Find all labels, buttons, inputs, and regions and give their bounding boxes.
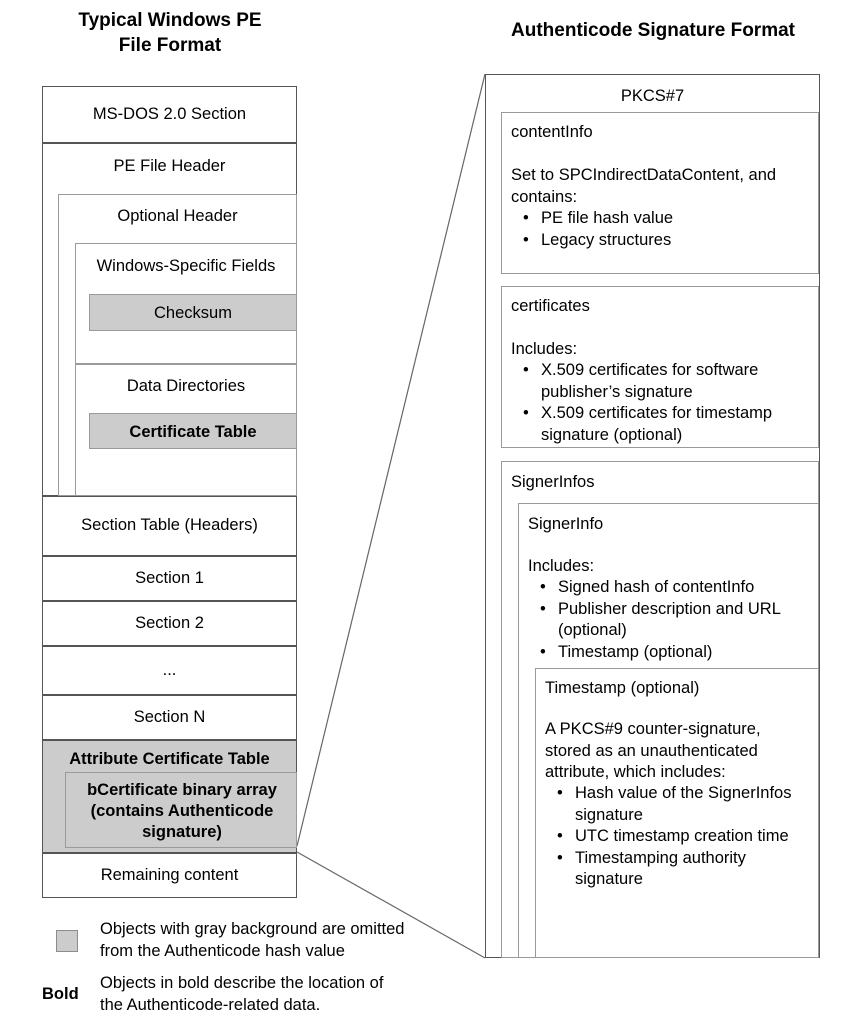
- right-diagram-title: Authenticode Signature Format: [511, 20, 795, 41]
- content-info-title: contentInfo: [511, 123, 593, 141]
- pe-row-pe-file-header-label: PE File Header: [113, 157, 226, 175]
- connector-line-top: [296, 73, 486, 847]
- signer-info-bullet-0: Signed hash of contentInfo: [540, 577, 808, 599]
- legend-gray-line-1: Objects with gray background are omitted: [100, 920, 405, 938]
- pe-row-section-table-label: Section Table (Headers): [81, 516, 258, 534]
- timestamp-bullet-1: UTC timestamp creation time: [557, 826, 807, 848]
- certificates-body: Includes:: [511, 340, 578, 358]
- certificates-box[interactable]: certificates Includes: X.509 certificate…: [501, 286, 819, 448]
- signer-infos-title: SignerInfos: [511, 473, 595, 491]
- diagram-canvas: Typical Windows PE File Format Authentic…: [0, 0, 864, 1024]
- legend-bold-marker: Bold: [42, 985, 79, 1003]
- pe-row-section-2[interactable]: Section 2: [42, 601, 297, 646]
- pe-row-section-n-label: Section N: [133, 708, 206, 726]
- pe-row-remaining-content[interactable]: Remaining content: [42, 853, 297, 898]
- pe-row-certificate-table[interactable]: Certificate Table: [89, 413, 297, 449]
- legend-gray-swatch: [56, 930, 78, 952]
- pe-row-certificate-table-label: Certificate Table: [129, 423, 257, 441]
- pe-row-section-1[interactable]: Section 1: [42, 556, 297, 601]
- timestamp-title: Timestamp (optional): [545, 679, 700, 697]
- timestamp-body: A PKCS#9 counter-signature, stored as an…: [545, 720, 761, 781]
- legend-gray-line-2: from the Authenticode hash value: [100, 941, 345, 960]
- signer-info-bullet-list: Signed hash of contentInfo Publisher des…: [528, 577, 808, 663]
- pe-row-remaining-content-label: Remaining content: [100, 866, 239, 884]
- content-info-box[interactable]: contentInfo Set to SPCIndirectDataConten…: [501, 112, 819, 274]
- timestamp-bullet-0: Hash value of the SignerInfos signature: [557, 783, 807, 826]
- pe-row-msdos-label: MS-DOS 2.0 Section: [92, 105, 247, 123]
- legend-bold-text: Objects in bold describe the location of…: [100, 973, 450, 1016]
- pe-row-section-1-label: Section 1: [135, 569, 204, 587]
- legend-bold-line-2: the Authenticode-related data.: [100, 995, 321, 1014]
- content-info-body: Set to SPCIndirectDataContent, and conta…: [511, 166, 777, 206]
- signer-info-body: Includes:: [528, 557, 595, 575]
- pe-row-data-directories-label: Data Directories: [126, 377, 246, 395]
- pe-row-section-2-label: Section 2: [135, 614, 204, 632]
- left-diagram-title: Typical Windows PE File Format: [42, 8, 298, 58]
- legend-gray-text: Objects with gray background are omitted…: [100, 919, 450, 962]
- pe-row-section-n[interactable]: Section N: [42, 695, 297, 740]
- pe-row-section-ellipsis-label: ...: [162, 661, 177, 679]
- content-info-bullet-0: PE file hash value: [523, 208, 807, 230]
- pe-row-bcertificate-label: bCertificate binary array (contains Auth…: [87, 781, 277, 841]
- pe-row-attribute-certificate-table-label: Attribute Certificate Table: [69, 750, 270, 768]
- certificates-bullet-0: X.509 certificates for software publishe…: [523, 360, 807, 403]
- signer-info-bullet-2: Timestamp (optional): [540, 642, 808, 664]
- pe-row-checksum[interactable]: Checksum: [89, 294, 297, 331]
- pe-row-checksum-label: Checksum: [154, 304, 232, 322]
- pe-row-msdos[interactable]: MS-DOS 2.0 Section: [42, 86, 297, 143]
- signer-info-title: SignerInfo: [528, 515, 604, 533]
- pe-row-optional-header-label: Optional Header: [117, 207, 238, 225]
- left-title-line-2: File Format: [118, 35, 222, 56]
- signer-info-bullet-1: Publisher description and URL (optional): [540, 599, 808, 642]
- legend-bold-line-1: Objects in bold describe the location of: [100, 974, 384, 992]
- certificates-bullet-list: X.509 certificates for software publishe…: [511, 360, 807, 446]
- pe-row-section-ellipsis[interactable]: ...: [42, 646, 297, 695]
- timestamp-bullet-2: Timestamping authority signature: [557, 848, 807, 891]
- certificates-bullet-1: X.509 certificates for timestamp signatu…: [523, 403, 807, 446]
- left-title-line-1: Typical Windows PE: [78, 10, 262, 31]
- content-info-bullet-list: PE file hash value Legacy structures: [511, 208, 807, 251]
- content-info-bullet-1: Legacy structures: [523, 230, 807, 252]
- timestamp-box[interactable]: Timestamp (optional) A PKCS#9 counter-si…: [535, 668, 819, 958]
- timestamp-bullet-list: Hash value of the SignerInfos signature …: [545, 783, 807, 891]
- certificates-title: certificates: [511, 297, 590, 315]
- pkcs7-title: PKCS#7: [620, 87, 685, 105]
- pe-row-section-table[interactable]: Section Table (Headers): [42, 496, 297, 556]
- pe-row-bcertificate[interactable]: bCertificate binary array (contains Auth…: [65, 772, 297, 848]
- pe-row-windows-specific-fields-label: Windows-Specific Fields: [96, 257, 276, 275]
